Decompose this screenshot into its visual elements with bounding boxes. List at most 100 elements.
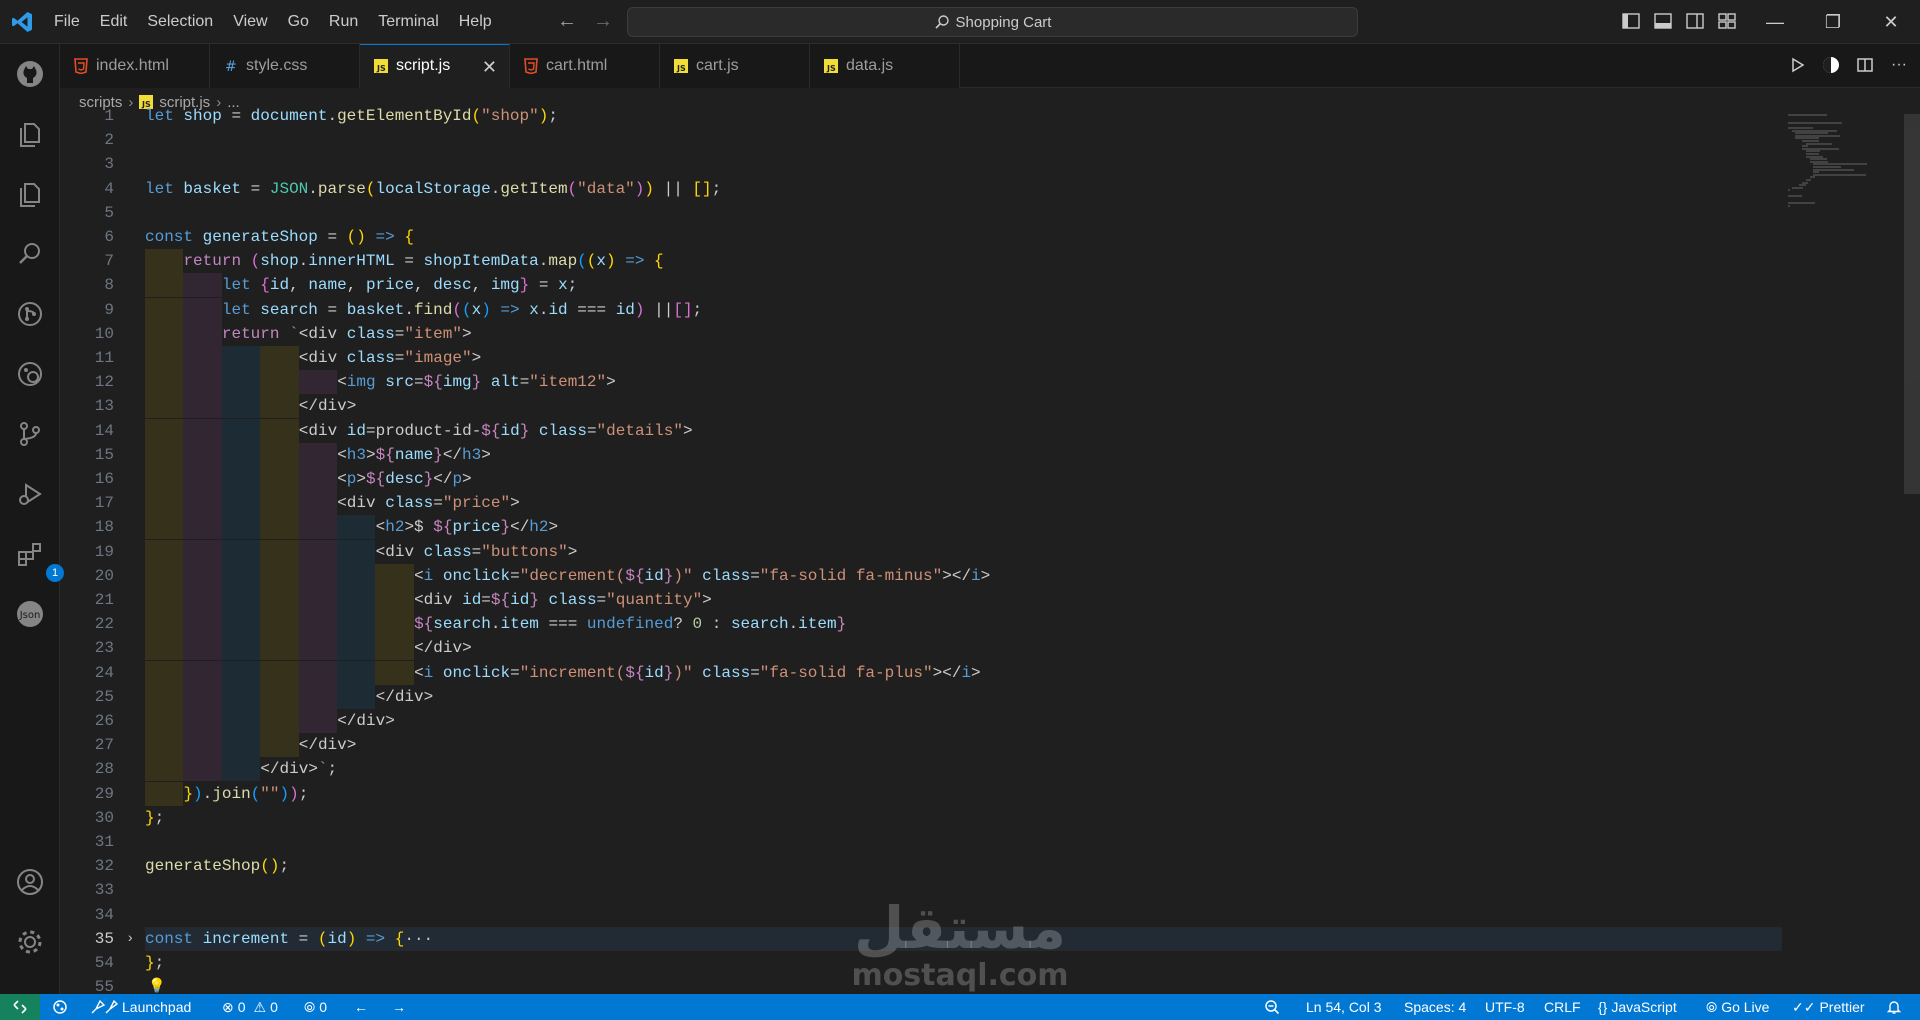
account-icon[interactable] (14, 866, 46, 898)
language-mode[interactable]: {} JavaScript (1598, 994, 1677, 1020)
code-line[interactable]: 31 (60, 830, 1780, 854)
indentation[interactable]: Spaces: 4 (1404, 994, 1466, 1020)
encoding[interactable]: UTF-8 (1485, 994, 1525, 1020)
code-line[interactable]: 24 <i onclick="increment(${id})" class="… (60, 660, 1780, 685)
toggle-primary-sidebar-icon[interactable] (1620, 10, 1642, 32)
run-debug-icon[interactable] (14, 478, 46, 510)
remote-explorer-icon[interactable] (14, 358, 46, 390)
status-back-icon[interactable]: ← (354, 994, 368, 1020)
menu-terminal[interactable]: Terminal (368, 0, 448, 44)
line-number: 1 (104, 107, 114, 125)
code-line[interactable]: 15 <h3>${name}</h3> (60, 442, 1780, 467)
zoom-icon[interactable] (1264, 994, 1280, 1020)
menu-file[interactable]: File (44, 0, 90, 44)
code-line[interactable]: 16 <p>${desc}</p> (60, 467, 1780, 491)
code-line[interactable]: 17 <div class="price"> (60, 491, 1780, 516)
menu-go[interactable]: Go (278, 0, 319, 44)
code-line[interactable]: 7 return (shop.innerHTML = shopItemData.… (60, 249, 1780, 274)
close-window-icon[interactable]: ✕ (1862, 0, 1920, 44)
close-tab-icon[interactable]: ✕ (482, 57, 497, 78)
line-number: 34 (94, 905, 114, 924)
code-line[interactable]: 5 (60, 201, 1780, 225)
code-line[interactable]: 20 <i onclick="decrement(${id})" class="… (60, 563, 1780, 588)
minimap[interactable] (1788, 114, 1908, 214)
code-line[interactable]: 10 return `<div class="item"> (60, 321, 1780, 346)
launchpad-item[interactable]: Launchpad (90, 994, 191, 1020)
customize-layout-icon[interactable] (1716, 10, 1738, 32)
notifications-bell-icon[interactable] (1886, 994, 1902, 1020)
tab-script-js[interactable]: JS script.js ✕ (360, 44, 510, 88)
end-of-line[interactable]: CRLF (1544, 994, 1581, 1020)
code-line[interactable]: 12 <img src=${img} alt="item12"> (60, 370, 1780, 395)
code-line[interactable]: 2 (60, 128, 1780, 152)
menu-edit[interactable]: Edit (90, 0, 138, 44)
ports-item[interactable]: ⦾ 0 (304, 994, 327, 1020)
code-line[interactable]: 6 const generateShop = () => { (60, 225, 1780, 249)
split-editor-icon[interactable] (1854, 54, 1876, 76)
code-line[interactable]: 29 }).join("")); (60, 781, 1780, 806)
branch-icon[interactable] (14, 418, 46, 450)
code-line[interactable]: 32 generateShop(); (60, 854, 1780, 878)
toggle-secondary-sidebar-icon[interactable] (1684, 10, 1706, 32)
tab-label: cart.html (546, 57, 608, 74)
more-actions-icon[interactable]: ··· (1888, 54, 1910, 76)
menu-selection[interactable]: Selection (137, 0, 223, 44)
code-line[interactable]: 25 </div> (60, 684, 1780, 709)
code-line[interactable]: 19 <div class="buttons"> (60, 539, 1780, 564)
run-file-icon[interactable] (1786, 54, 1808, 76)
cursor-position[interactable]: Ln 54, Col 3 (1306, 994, 1382, 1020)
code-line[interactable]: 3 (60, 152, 1780, 176)
settings-gear-icon[interactable] (14, 926, 46, 958)
svg-text:JS: JS (376, 64, 386, 73)
prettier-item[interactable]: ✓✓ Prettier (1792, 994, 1865, 1020)
code-line[interactable]: 18 <h2>$ ${price}</h2> (60, 515, 1780, 540)
menu-help[interactable]: Help (449, 0, 502, 44)
fold-chevron-icon[interactable]: › (126, 927, 134, 951)
tab-index-html[interactable]: index.html (60, 44, 210, 88)
tab-cart-html[interactable]: cart.html (510, 44, 660, 88)
vertical-scrollbar[interactable] (1904, 114, 1920, 494)
code-line[interactable]: 14 <div id=product-id-${id} class="detai… (60, 418, 1780, 443)
code-line[interactable]: 8 let {id, name, price, desc, img} = x; (60, 273, 1780, 298)
code-line[interactable]: 22 ${search.item === undefined? 0 : sear… (60, 612, 1780, 637)
minimize-icon[interactable]: — (1746, 0, 1804, 44)
status-forward-icon[interactable]: → (392, 994, 406, 1020)
forward-arrow-icon[interactable]: → (592, 10, 614, 33)
code-editor[interactable]: 1 let shop = document.getElementById("sho… (60, 107, 1920, 996)
github-icon[interactable] (14, 58, 46, 90)
git-graph-item[interactable] (52, 994, 68, 1020)
toggle-panel-icon[interactable] (1652, 10, 1674, 32)
menu-run[interactable]: Run (319, 0, 368, 44)
code-line[interactable]: 9 let search = basket.find((x) => x.id =… (60, 297, 1780, 322)
code-line[interactable]: 28 </div>`; (60, 757, 1780, 782)
tab-cart-js[interactable]: JS cart.js (660, 44, 810, 88)
code-line[interactable]: 27 </div> (60, 733, 1780, 758)
problems-item[interactable]: ⊗ 0 ⚠ 0 (222, 994, 278, 1020)
code-text: <div id=product-id-${id} class="details"… (298, 421, 693, 440)
source-control-icon[interactable] (14, 298, 46, 330)
toggle-theme-icon[interactable] (1820, 54, 1842, 76)
code-line[interactable]: 1 let shop = document.getElementById("sho… (60, 104, 1780, 128)
code-line[interactable]: 23 </div> (60, 636, 1780, 661)
extensions-icon[interactable]: 1 (14, 538, 64, 582)
tab-data-js[interactable]: JS data.js (810, 44, 960, 88)
files-icon[interactable] (14, 178, 46, 210)
explorer-icon[interactable] (14, 118, 46, 150)
code-line[interactable]: 26 </div> (60, 709, 1780, 733)
search-icon[interactable] (14, 238, 46, 270)
line-number: 3 (104, 155, 114, 174)
code-line[interactable]: 11 <div class="image"> (60, 346, 1780, 370)
code-line[interactable]: 21 <div id=${id} class="quantity"> (60, 588, 1780, 612)
watermark: مستقل mostaql.com (840, 896, 1080, 996)
code-line[interactable]: 30}; (60, 806, 1780, 830)
code-line[interactable]: 13 </div> (60, 394, 1780, 419)
tab-style-css[interactable]: # style.css (210, 44, 360, 88)
command-center-search[interactable]: Shopping Cart (627, 7, 1358, 37)
remote-indicator[interactable] (0, 994, 40, 1020)
menu-view[interactable]: View (223, 0, 277, 44)
json-icon[interactable]: Json (14, 598, 46, 630)
code-line[interactable]: 4 let basket = JSON.parse(localStorage.ge… (60, 177, 1780, 201)
restore-icon[interactable]: ❐ (1804, 0, 1862, 44)
back-arrow-icon[interactable]: ← (556, 10, 578, 33)
go-live-button[interactable]: ⦾ Go Live (1706, 994, 1769, 1020)
